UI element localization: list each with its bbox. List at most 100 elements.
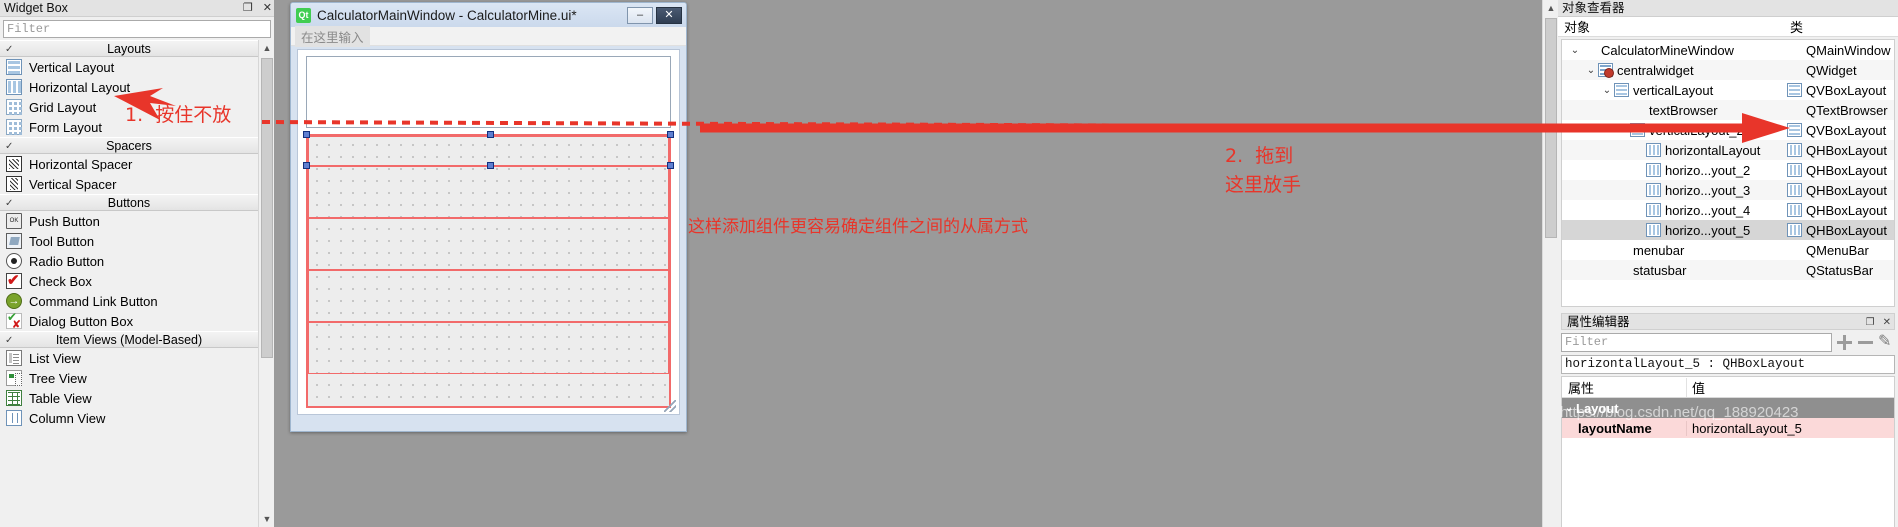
widget-box-scrollbar[interactable]: ▲ ▼ xyxy=(258,40,274,527)
tree-row[interactable]: menubar QMenuBar xyxy=(1562,240,1894,260)
hbox-icon xyxy=(1787,203,1802,217)
vertical-spacer-icon xyxy=(6,176,22,192)
widget-box-item[interactable]: OK Push Button xyxy=(0,211,258,231)
resize-handle-mid-right[interactable] xyxy=(667,162,674,169)
menubar-placeholder[interactable]: 在这里输入 xyxy=(295,25,370,47)
close-icon[interactable]: ✕ xyxy=(263,3,272,14)
form-canvas[interactable] xyxy=(297,49,680,415)
float-icon[interactable]: ❐ xyxy=(243,3,253,14)
layout-row-3[interactable] xyxy=(308,218,669,270)
resize-handle-top-center[interactable] xyxy=(487,131,494,138)
widget-box-item[interactable]: Tool Button xyxy=(0,231,258,251)
property-row[interactable]: layoutName horizontalLayout_5 xyxy=(1562,418,1894,438)
tree-row-name-cell: horizo...yout_4 xyxy=(1562,203,1787,218)
widget-box-filter-input[interactable]: Filter xyxy=(3,20,271,38)
plus-icon[interactable] xyxy=(1836,334,1853,351)
tree-row-name-cell: horizo...yout_3 xyxy=(1562,183,1787,198)
close-icon[interactable]: ✕ xyxy=(1883,314,1891,331)
tree-row[interactable]: textBrowser QTextBrowser xyxy=(1562,100,1894,120)
property-group-layout[interactable]: ⌄ Layout xyxy=(1562,398,1894,418)
resize-handle-top-right[interactable] xyxy=(667,131,674,138)
pen-icon[interactable] xyxy=(1878,331,1895,351)
chevron-down-icon[interactable]: ⌄ xyxy=(1562,403,1576,414)
minus-icon[interactable] xyxy=(1857,334,1874,351)
property-editor-table[interactable]: 属性 值 ⌄ Layout layoutName horizontalLayout… xyxy=(1561,376,1895,527)
chevron-down-icon[interactable]: ⌄ xyxy=(1600,85,1614,96)
widget-box-group-header[interactable]: ✓ Layouts xyxy=(0,40,258,57)
tree-item-label: verticalLayout_2 xyxy=(1649,122,1744,138)
resize-grip-icon[interactable] xyxy=(664,400,676,412)
tree-row[interactable]: horizo...yout_2 QHBoxLayout xyxy=(1562,160,1894,180)
widget-box-dock: Widget Box ❐ ✕ Filter ✓ Layouts Vertical L… xyxy=(0,0,274,527)
text-browser-widget[interactable] xyxy=(306,56,671,128)
resize-handle-top-left[interactable] xyxy=(303,131,310,138)
widget-box-scroll-area: ✓ Layouts Vertical Layout Horizontal Layout… xyxy=(0,40,274,527)
widget-box-item[interactable]: Table View xyxy=(0,388,258,408)
tree-row[interactable]: horizontalLayout QHBoxLayout xyxy=(1562,140,1894,160)
tree-item-label: horizo...yout_2 xyxy=(1665,162,1751,178)
layout-row-2[interactable] xyxy=(308,166,669,218)
column-header-value[interactable]: 值 xyxy=(1687,378,1894,397)
float-icon[interactable]: ❐ xyxy=(1866,314,1875,331)
object-inspector-tree[interactable]: ⌄ CalculatorMineWindow QMainWindow ⌄ central… xyxy=(1561,39,1895,307)
column-header-property[interactable]: 属性 xyxy=(1562,377,1687,397)
widget-box-item[interactable]: Tree View xyxy=(0,368,258,388)
widget-box-item[interactable]: Form Layout xyxy=(0,117,258,137)
close-button[interactable]: ✕ xyxy=(656,6,682,24)
tree-row[interactable]: statusbar QStatusBar xyxy=(1562,260,1894,280)
tree-row-class-cell: QMainWindow xyxy=(1787,43,1894,58)
widget-box-item[interactable]: Check Box xyxy=(0,271,258,291)
tree-row[interactable]: horizo...yout_3 QHBoxLayout xyxy=(1562,180,1894,200)
property-filter-input[interactable]: Filter xyxy=(1561,333,1832,352)
scrollbar-thumb[interactable] xyxy=(1545,18,1557,238)
mdi-scrollbar[interactable]: ▲ xyxy=(1542,0,1558,527)
widget-box-item[interactable]: Grid Layout xyxy=(0,97,258,117)
form-design-window[interactable]: Qt CalculatorMainWindow - CalculatorMine… xyxy=(290,2,687,432)
tree-row[interactable]: ⌄ verticalLayout QVBoxLayout xyxy=(1562,80,1894,100)
widget-box-item-label: Dialog Button Box xyxy=(29,313,134,329)
tree-row-name-cell: horizontalLayout xyxy=(1562,143,1787,158)
widget-box-group-header[interactable]: ✓ Spacers xyxy=(0,137,258,154)
widget-box-item[interactable]: Horizontal Spacer xyxy=(0,154,258,174)
property-value[interactable]: horizontalLayout_5 xyxy=(1687,421,1894,436)
tree-row[interactable]: verticalLayout_2 QVBoxLayout xyxy=(1562,120,1894,140)
widget-box-item[interactable]: Horizontal Layout xyxy=(0,77,258,97)
column-header-class[interactable]: 类 xyxy=(1786,17,1898,36)
resize-handle-mid-left[interactable] xyxy=(303,162,310,169)
layout-row-4[interactable] xyxy=(308,270,669,322)
tree-row[interactable]: ⌄ CalculatorMineWindow QMainWindow xyxy=(1562,40,1894,60)
hbox-icon xyxy=(1787,223,1802,237)
layout-row-5[interactable] xyxy=(308,322,669,374)
chevron-down-icon[interactable]: ⌄ xyxy=(1584,65,1598,76)
widget-box-item[interactable]: List View xyxy=(0,348,258,368)
form-window-title-bar[interactable]: Qt CalculatorMainWindow - CalculatorMine… xyxy=(291,3,686,27)
tree-row[interactable]: ⌄ centralwidget QWidget xyxy=(1562,60,1894,80)
widget-box-item[interactable]: Radio Button xyxy=(0,251,258,271)
tree-row[interactable]: horizo...yout_4 QHBoxLayout xyxy=(1562,200,1894,220)
widget-box-group-label: Buttons xyxy=(107,196,151,210)
widget-box-item[interactable]: Vertical Spacer xyxy=(0,174,258,194)
scroll-down-icon[interactable]: ▼ xyxy=(259,511,274,527)
vertical-layout-2-zone[interactable] xyxy=(303,131,674,408)
tree-class-label: QMenuBar xyxy=(1806,242,1869,258)
tree-class-label: QMainWindow xyxy=(1806,42,1891,58)
tree-class-label: QHBoxLayout xyxy=(1806,182,1887,198)
widget-box-item[interactable]: Vertical Layout xyxy=(0,57,258,77)
tree-item-label: verticalLayout xyxy=(1633,82,1714,98)
column-header-object[interactable]: 对象 xyxy=(1558,17,1786,36)
chevron-down-icon[interactable]: ⌄ xyxy=(1568,45,1582,56)
tree-row[interactable]: horizo...yout_5 QHBoxLayout xyxy=(1562,220,1894,240)
radio-button-icon xyxy=(6,253,22,269)
widget-box-item[interactable]: Column View xyxy=(0,408,258,428)
resize-handle-mid-center[interactable] xyxy=(487,162,494,169)
minimize-button[interactable]: – xyxy=(627,6,653,24)
scrollbar-thumb[interactable] xyxy=(261,58,273,358)
scroll-up-icon[interactable]: ▲ xyxy=(259,40,274,56)
widget-box-item[interactable]: Dialog Button Box xyxy=(0,310,258,331)
widget-box-item[interactable]: → Command Link Button xyxy=(0,291,258,311)
form-menubar[interactable]: 在这里输入 xyxy=(291,25,686,47)
scroll-up-icon[interactable]: ▲ xyxy=(1543,0,1559,16)
property-editor-object-line: horizontalLayout_5 : QHBoxLayout xyxy=(1561,355,1895,374)
widget-box-group-header[interactable]: ✓ Item Views (Model-Based) xyxy=(0,331,258,348)
widget-box-group-header[interactable]: ✓ Buttons xyxy=(0,194,258,211)
